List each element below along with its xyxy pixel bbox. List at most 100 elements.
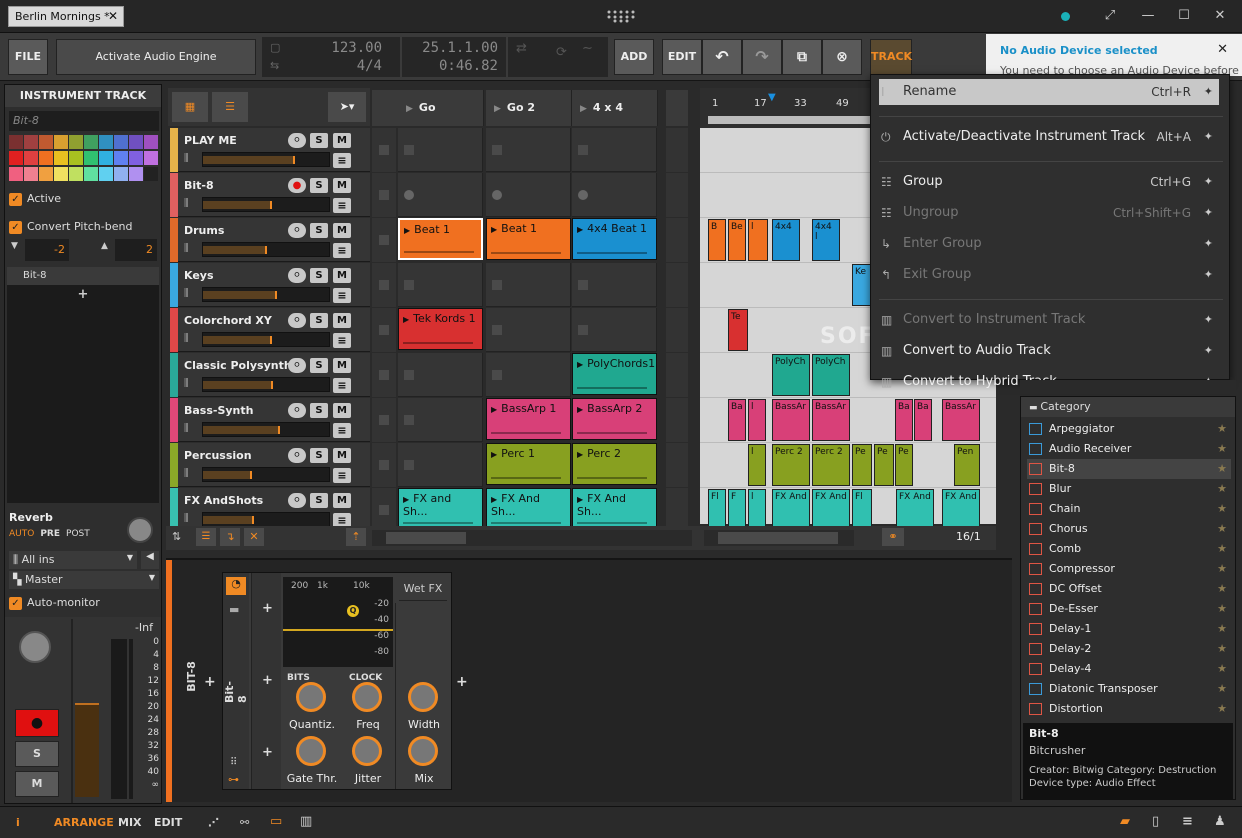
record-arm-icon[interactable]: ⚪ xyxy=(288,358,306,373)
empty-slot[interactable] xyxy=(486,263,571,307)
track-header[interactable]: Percussion ⚪ S M ⫼ ≡ xyxy=(170,443,370,487)
mute-button[interactable]: M xyxy=(333,448,351,463)
active-toggle[interactable]: ✓ Active xyxy=(9,189,159,209)
browser-item[interactable]: De-Esser ★ xyxy=(1027,599,1231,619)
parameter-knob[interactable] xyxy=(352,736,382,766)
browser-item[interactable]: Delay-1 ★ xyxy=(1027,619,1231,639)
color-swatch[interactable] xyxy=(99,151,113,165)
browser-item[interactable]: Bit-8 ★ xyxy=(1027,459,1231,479)
color-swatch[interactable] xyxy=(84,151,98,165)
mute-button[interactable]: M xyxy=(333,493,351,508)
wet-fx-tab[interactable]: Wet FX xyxy=(399,577,447,601)
bell-icon[interactable]: ♟ xyxy=(1214,814,1226,829)
empty-slot[interactable] xyxy=(398,443,483,487)
empty-slot[interactable] xyxy=(486,173,571,217)
clip-play-icon[interactable]: ▶ xyxy=(577,450,583,459)
category-header[interactable]: ▬ Category xyxy=(1021,397,1235,417)
clip-slot[interactable]: ▶ FX And Sh... xyxy=(486,488,571,530)
volume-fader[interactable] xyxy=(75,703,99,797)
arranger-clip[interactable]: l xyxy=(748,219,768,261)
arranger-clip[interactable]: Pen xyxy=(954,444,980,486)
clip-slot[interactable]: ▶ Perc 2 xyxy=(572,443,657,485)
parameter-knob[interactable] xyxy=(296,736,326,766)
document-tab[interactable]: Berlin Mornings * ✕ xyxy=(8,6,124,27)
close-window-icon[interactable]: ✕ xyxy=(1208,4,1232,28)
solo-button[interactable]: S xyxy=(310,313,328,328)
file-button[interactable]: FILE xyxy=(8,39,48,75)
key-icon[interactable]: ⊶ xyxy=(228,773,239,786)
add-modulator-icon[interactable]: + xyxy=(262,601,273,616)
color-swatch[interactable] xyxy=(129,135,143,149)
solo-button[interactable]: S xyxy=(15,741,59,767)
undo-icon[interactable]: ↶ xyxy=(702,39,742,75)
solo-button[interactable]: S xyxy=(310,133,328,148)
favorite-star-icon[interactable]: ★ xyxy=(1217,419,1227,439)
pin-icon[interactable]: ✦ xyxy=(1204,338,1213,364)
record-arm-button[interactable]: ● xyxy=(15,709,59,737)
pitchbend-toggle[interactable]: ✓ Convert Pitch-bend xyxy=(9,217,159,237)
solo-button[interactable]: S xyxy=(310,358,328,373)
favorite-star-icon[interactable]: ★ xyxy=(1217,479,1227,499)
time-value[interactable]: 0:46.82 xyxy=(439,58,498,74)
file-icon[interactable]: ▯ xyxy=(1152,814,1159,829)
q-handle[interactable]: Q xyxy=(347,605,359,617)
arranger-scrollbar[interactable] xyxy=(704,530,854,546)
empty-slot[interactable] xyxy=(486,353,571,397)
color-swatch[interactable] xyxy=(24,135,38,149)
color-swatch[interactable] xyxy=(69,151,83,165)
loop-icon[interactable]: ⟳ xyxy=(556,45,567,60)
send-mode-auto[interactable]: AUTO xyxy=(9,529,34,539)
arranger-clip[interactable]: F xyxy=(728,489,746,531)
automonitor-toggle[interactable]: ✓ Auto-monitor xyxy=(9,593,159,613)
clip-slot[interactable]: ▶ FX And Sh... xyxy=(572,488,657,530)
track-header[interactable]: Classic Polysynth ⚪ S M ⫼ ≡ xyxy=(170,353,370,397)
arranger-clip[interactable]: Ba xyxy=(914,399,932,441)
empty-slot[interactable] xyxy=(572,173,657,217)
clip-slot[interactable]: ▶ PolyChords1 xyxy=(572,353,657,395)
favorite-star-icon[interactable]: ★ xyxy=(1217,679,1227,699)
clip-slot[interactable]: ▶ Beat 1 xyxy=(486,218,571,260)
record-arm-icon[interactable]: ⚪ xyxy=(288,268,306,283)
arranger-clip[interactable]: l xyxy=(748,399,766,441)
device-chain-item[interactable]: Bit-8 xyxy=(7,267,159,285)
record-arm-icon[interactable]: ⚪ xyxy=(288,403,306,418)
favorite-star-icon[interactable]: ★ xyxy=(1217,459,1227,479)
mute-button[interactable]: M xyxy=(333,403,351,418)
info-icon[interactable]: i xyxy=(16,816,20,829)
arranger-clip[interactable]: Be xyxy=(728,219,746,261)
empty-slot[interactable] xyxy=(572,308,657,352)
arranger-clip[interactable]: BassAr xyxy=(772,399,810,441)
duplicate-icon[interactable]: ⧉ xyxy=(782,39,822,75)
browser-item[interactable]: Compressor ★ xyxy=(1027,559,1231,579)
arranger-clip[interactable]: Ba xyxy=(895,399,913,441)
favorite-star-icon[interactable]: ★ xyxy=(1217,639,1227,659)
color-swatch[interactable] xyxy=(84,167,98,181)
add-button[interactable]: ADD xyxy=(614,39,654,75)
arranger-clip[interactable]: Fl xyxy=(708,489,726,531)
arranger-clip[interactable]: FX And xyxy=(812,489,850,531)
track-menu-icon[interactable]: ≡ xyxy=(333,153,351,168)
menu-item[interactable]: ☷ Group Ctrl+G ✦ xyxy=(879,169,1219,195)
record-arm-icon[interactable]: ⚪ xyxy=(288,448,306,463)
record-arm-icon[interactable]: ⚪ xyxy=(288,133,306,148)
favorite-star-icon[interactable]: ★ xyxy=(1217,559,1227,579)
color-swatch[interactable] xyxy=(9,151,23,165)
track-menu-icon[interactable]: ≡ xyxy=(333,378,351,393)
clip-play-icon[interactable]: ▶ xyxy=(577,405,583,414)
color-swatch[interactable] xyxy=(39,135,53,149)
menu-item[interactable]: ⏻ Activate/Deactivate Instrument Track Alt… xyxy=(879,124,1219,150)
browser-folder-icon[interactable]: ▰ xyxy=(1120,814,1130,829)
arranger-clip[interactable]: PolyCh xyxy=(812,354,850,396)
power-icon[interactable]: ◔ xyxy=(226,577,246,595)
metronome-icon[interactable]: ▢ xyxy=(270,41,280,54)
empty-slot[interactable] xyxy=(486,308,571,352)
color-swatch[interactable] xyxy=(69,167,83,181)
favorite-star-icon[interactable]: ★ xyxy=(1217,619,1227,639)
loop-region[interactable] xyxy=(708,116,888,124)
pitchbend-down-field[interactable]: -2 xyxy=(25,239,69,261)
spectrum-display[interactable]: 200 1k 10k -20 -40 -60 -80 Q xyxy=(283,577,393,667)
volume-meter[interactable] xyxy=(202,422,330,437)
record-arm-icon[interactable]: ⚪ xyxy=(288,493,306,508)
color-swatch[interactable] xyxy=(24,167,38,181)
favorite-star-icon[interactable]: ★ xyxy=(1217,659,1227,679)
